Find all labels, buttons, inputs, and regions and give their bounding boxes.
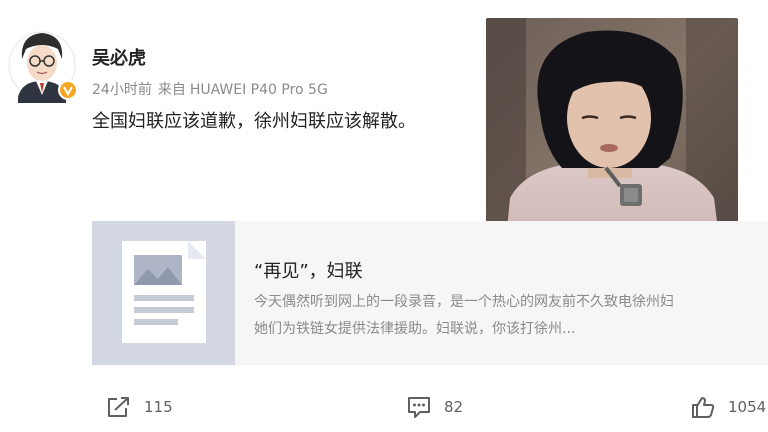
comment-icon [408,397,430,418]
article-summary-line: 今天偶然听到网上的一段录音，是一个热心的网友前不久致电徐州妇 [254,294,674,310]
like-count: 1054 [728,398,767,416]
article-summary: 今天偶然听到网上的一段录音，是一个热心的网友前不久致电徐州妇 她们为铁链女提供法… [254,289,768,343]
post-text: 全国妇联应该道歉，徐州妇联应该解散。 [92,111,416,132]
share-button[interactable]: 115 [106,394,173,420]
comment-button[interactable]: 82 [406,394,463,420]
author-name[interactable]: 吴必虎 [92,44,146,70]
source-device: HUAWEI P40 Pro 5G [189,82,328,98]
thumbs-up-icon [692,397,715,418]
share-count: 115 [144,398,173,416]
article-card[interactable]: “再见”，妇联 今天偶然听到网上的一段录音，是一个热心的网友前不久致电徐州妇 她… [92,221,768,365]
share-icon [108,397,129,417]
weibo-post: 吴必虎 24小时前 来自 HUAWEI P40 Pro 5G 全国妇联应该道歉，徐州… [0,0,768,432]
article-summary-line: 她们为铁链女提供法律援助。妇联说，你该打徐州... [254,321,576,337]
verified-badge-icon [58,80,78,100]
like-button[interactable]: 1054 [690,394,766,420]
source-prefix: 来自 [157,82,186,98]
comment-count: 82 [444,398,464,416]
article-title[interactable]: “再见”，妇联 [254,257,363,283]
post-time[interactable]: 24小时前 [92,82,152,98]
post-meta: 24小时前 来自 HUAWEI P40 Pro 5G [92,79,328,99]
document-article-icon [92,221,235,365]
